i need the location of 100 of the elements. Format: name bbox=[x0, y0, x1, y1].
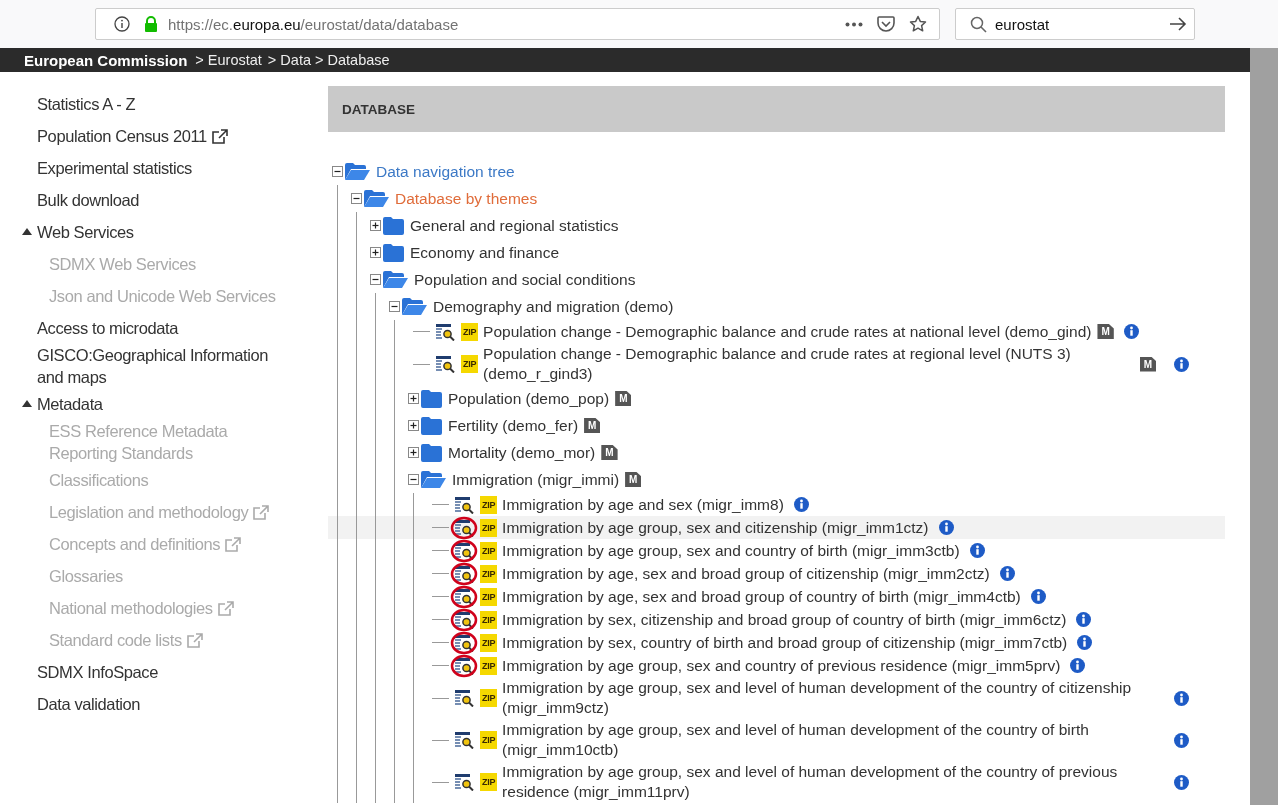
expander-icon[interactable] bbox=[370, 274, 381, 285]
sidebar-link[interactable]: Access to microdata bbox=[37, 317, 178, 339]
zip-download[interactable]: ZIP bbox=[480, 518, 498, 537]
sidebar-link[interactable]: Population Census 2011 bbox=[37, 125, 207, 147]
info-icon[interactable] bbox=[1030, 589, 1046, 604]
open-folder-icon bbox=[420, 470, 447, 489]
dataset-link[interactable]: Population change - Demographic balance and crude rates at national level (demo_gind) bbox=[483, 321, 1092, 342]
expander-icon[interactable] bbox=[370, 247, 381, 258]
expander-icon[interactable] bbox=[389, 301, 400, 312]
tree-node-label[interactable]: Economy and finance bbox=[410, 243, 560, 262]
metadata-tag[interactable]: M bbox=[625, 472, 642, 487]
zip-download[interactable]: ZIP bbox=[461, 322, 479, 341]
zip-download[interactable]: ZIP bbox=[480, 731, 498, 749]
info-icon[interactable] bbox=[1174, 356, 1189, 372]
sidebar-link[interactable]: Metadata bbox=[37, 393, 103, 415]
arrow-icon[interactable] bbox=[1169, 17, 1187, 31]
metadata-tag[interactable]: M bbox=[1139, 356, 1156, 372]
zip-download[interactable]: ZIP bbox=[480, 564, 498, 583]
url-text[interactable]: https://ec.europa.eu/eurostat/data/database bbox=[168, 15, 459, 33]
expander-icon[interactable] bbox=[370, 220, 381, 231]
zip-download[interactable]: ZIP bbox=[480, 656, 498, 675]
tree-node-label[interactable]: Mortality (demo_mor) bbox=[448, 443, 596, 462]
table-search-icon[interactable] bbox=[435, 355, 455, 373]
zip-download[interactable]: ZIP bbox=[480, 633, 498, 652]
table-search-icon[interactable] bbox=[454, 689, 474, 707]
dataset-link[interactable]: Immigration by age and sex (migr_imm8) bbox=[502, 494, 784, 515]
search-input[interactable]: eurostat bbox=[995, 15, 1155, 33]
dataset-link[interactable]: Immigration by age group, sex and country of previous residence (migr_imm5prv) bbox=[502, 655, 1061, 676]
info-icon[interactable] bbox=[1076, 612, 1092, 627]
expander-icon[interactable] bbox=[351, 193, 362, 204]
sidebar-link[interactable]: GISCO:Geographical Information and maps bbox=[37, 344, 287, 388]
tree-node-label[interactable]: Population and social conditions bbox=[414, 270, 636, 289]
zip-download[interactable]: ZIP bbox=[480, 689, 498, 707]
dataset-link[interactable]: Immigration by age, sex and broad group of country of birth (migr_imm4ctb) bbox=[502, 586, 1021, 607]
info-icon[interactable] bbox=[938, 520, 954, 535]
sidebar-link[interactable]: SDMX InfoSpace bbox=[37, 661, 158, 683]
breadcrumb-link[interactable]: > Data > Database bbox=[267, 52, 390, 68]
table-search-icon[interactable] bbox=[454, 773, 474, 791]
sidebar-link[interactable]: Bulk download bbox=[37, 189, 140, 211]
sidebar-link[interactable]: Data validation bbox=[37, 693, 141, 715]
dataset-link[interactable]: Immigration by age group, sex and level of human development of the country of citizenship (migr_imm9ctz) bbox=[502, 678, 1156, 718]
metadata-tag[interactable]: M bbox=[584, 418, 601, 433]
tree-node-label[interactable]: General and regional statistics bbox=[410, 216, 619, 235]
breadcrumb-link[interactable]: European Commission bbox=[24, 51, 188, 69]
table-search-icon[interactable] bbox=[435, 322, 455, 341]
star-icon[interactable] bbox=[909, 15, 927, 33]
expander-icon[interactable] bbox=[408, 420, 419, 431]
dataset-link[interactable]: Immigration by age group, sex and citizenship (migr_imm1ctz) bbox=[502, 517, 929, 538]
zip-download[interactable]: ZIP bbox=[480, 495, 498, 514]
collapse-caret-icon[interactable] bbox=[22, 228, 32, 235]
info-icon[interactable] bbox=[1123, 324, 1139, 339]
dataset-link[interactable]: Immigration by sex, citizenship and broad group of country of birth (migr_imm6ctz) bbox=[502, 609, 1067, 630]
scrollbar[interactable] bbox=[1250, 48, 1278, 805]
dataset-link[interactable]: Immigration by age, sex and broad group of citizenship (migr_imm2ctz) bbox=[502, 563, 990, 584]
collapse-caret-icon[interactable] bbox=[22, 400, 32, 407]
tree-node-label[interactable]: Demography and migration (demo) bbox=[433, 297, 674, 316]
dataset-link[interactable]: Population change - Demographic balance and crude rates at regional level (NUTS 3) (demo_r_gind3) bbox=[483, 344, 1134, 384]
search-bar[interactable]: eurostat bbox=[955, 8, 1195, 40]
expander-icon[interactable] bbox=[408, 474, 419, 485]
zip-download[interactable]: ZIP bbox=[461, 355, 479, 373]
tree-node-label[interactable]: Data navigation tree bbox=[376, 162, 515, 181]
info-icon[interactable] bbox=[999, 566, 1015, 581]
expander-icon[interactable] bbox=[408, 393, 419, 404]
breadcrumb-link[interactable]: > Eurostat bbox=[195, 52, 262, 68]
expander-icon[interactable] bbox=[332, 166, 343, 177]
open-folder-icon bbox=[363, 189, 390, 208]
tree-node-label[interactable]: Fertility (demo_fer) bbox=[448, 416, 579, 435]
metadata-tag[interactable]: M bbox=[1097, 324, 1114, 339]
dataset-link[interactable]: Immigration by sex, country of birth and broad group of citizenship (migr_imm7ctb) bbox=[502, 632, 1068, 653]
expander-icon[interactable] bbox=[408, 447, 419, 458]
more-icon[interactable] bbox=[845, 21, 863, 27]
dataset-link[interactable]: Immigration by age group, sex and level of human development of the country of previous residence (migr_imm11prv) bbox=[502, 762, 1156, 802]
table-search-icon[interactable] bbox=[454, 731, 474, 749]
pocket-icon[interactable] bbox=[877, 15, 895, 33]
zip-download[interactable]: ZIP bbox=[480, 587, 498, 606]
info-icon[interactable] bbox=[1070, 658, 1086, 673]
folder-icon bbox=[382, 216, 405, 235]
lock-icon[interactable] bbox=[144, 16, 158, 32]
info-icon[interactable] bbox=[1174, 690, 1189, 706]
sidebar-link[interactable]: Statistics A - Z bbox=[37, 93, 136, 115]
info-icon[interactable] bbox=[793, 497, 809, 512]
tree-node-label[interactable]: Population (demo_pop) bbox=[448, 389, 610, 408]
info-icon[interactable] bbox=[1174, 732, 1189, 748]
sidebar-link[interactable]: Web Services bbox=[37, 221, 134, 243]
dataset-link[interactable]: Immigration by age group, sex and level of human development of the country of birth (migr_imm10ctb) bbox=[502, 720, 1156, 760]
zip-download[interactable]: ZIP bbox=[480, 541, 498, 560]
metadata-tag[interactable]: M bbox=[601, 445, 618, 460]
dataset-link[interactable]: Immigration by age group, sex and country of birth (migr_imm3ctb) bbox=[502, 540, 960, 561]
metadata-tag[interactable]: M bbox=[615, 391, 632, 406]
zip-download[interactable]: ZIP bbox=[480, 773, 498, 791]
zip-download[interactable]: ZIP bbox=[480, 610, 498, 629]
address-bar[interactable]: https://ec.europa.eu/eurostat/data/database bbox=[95, 8, 940, 40]
info-icon[interactable] bbox=[114, 16, 130, 32]
tree-node-label[interactable]: Immigration (migr_immi) bbox=[452, 470, 620, 489]
info-icon[interactable] bbox=[1077, 635, 1093, 650]
table-search-icon[interactable] bbox=[454, 495, 474, 514]
info-icon[interactable] bbox=[969, 543, 985, 558]
info-icon[interactable] bbox=[1174, 774, 1189, 790]
folder-icon bbox=[382, 243, 405, 262]
sidebar-link[interactable]: Experimental statistics bbox=[37, 157, 192, 179]
